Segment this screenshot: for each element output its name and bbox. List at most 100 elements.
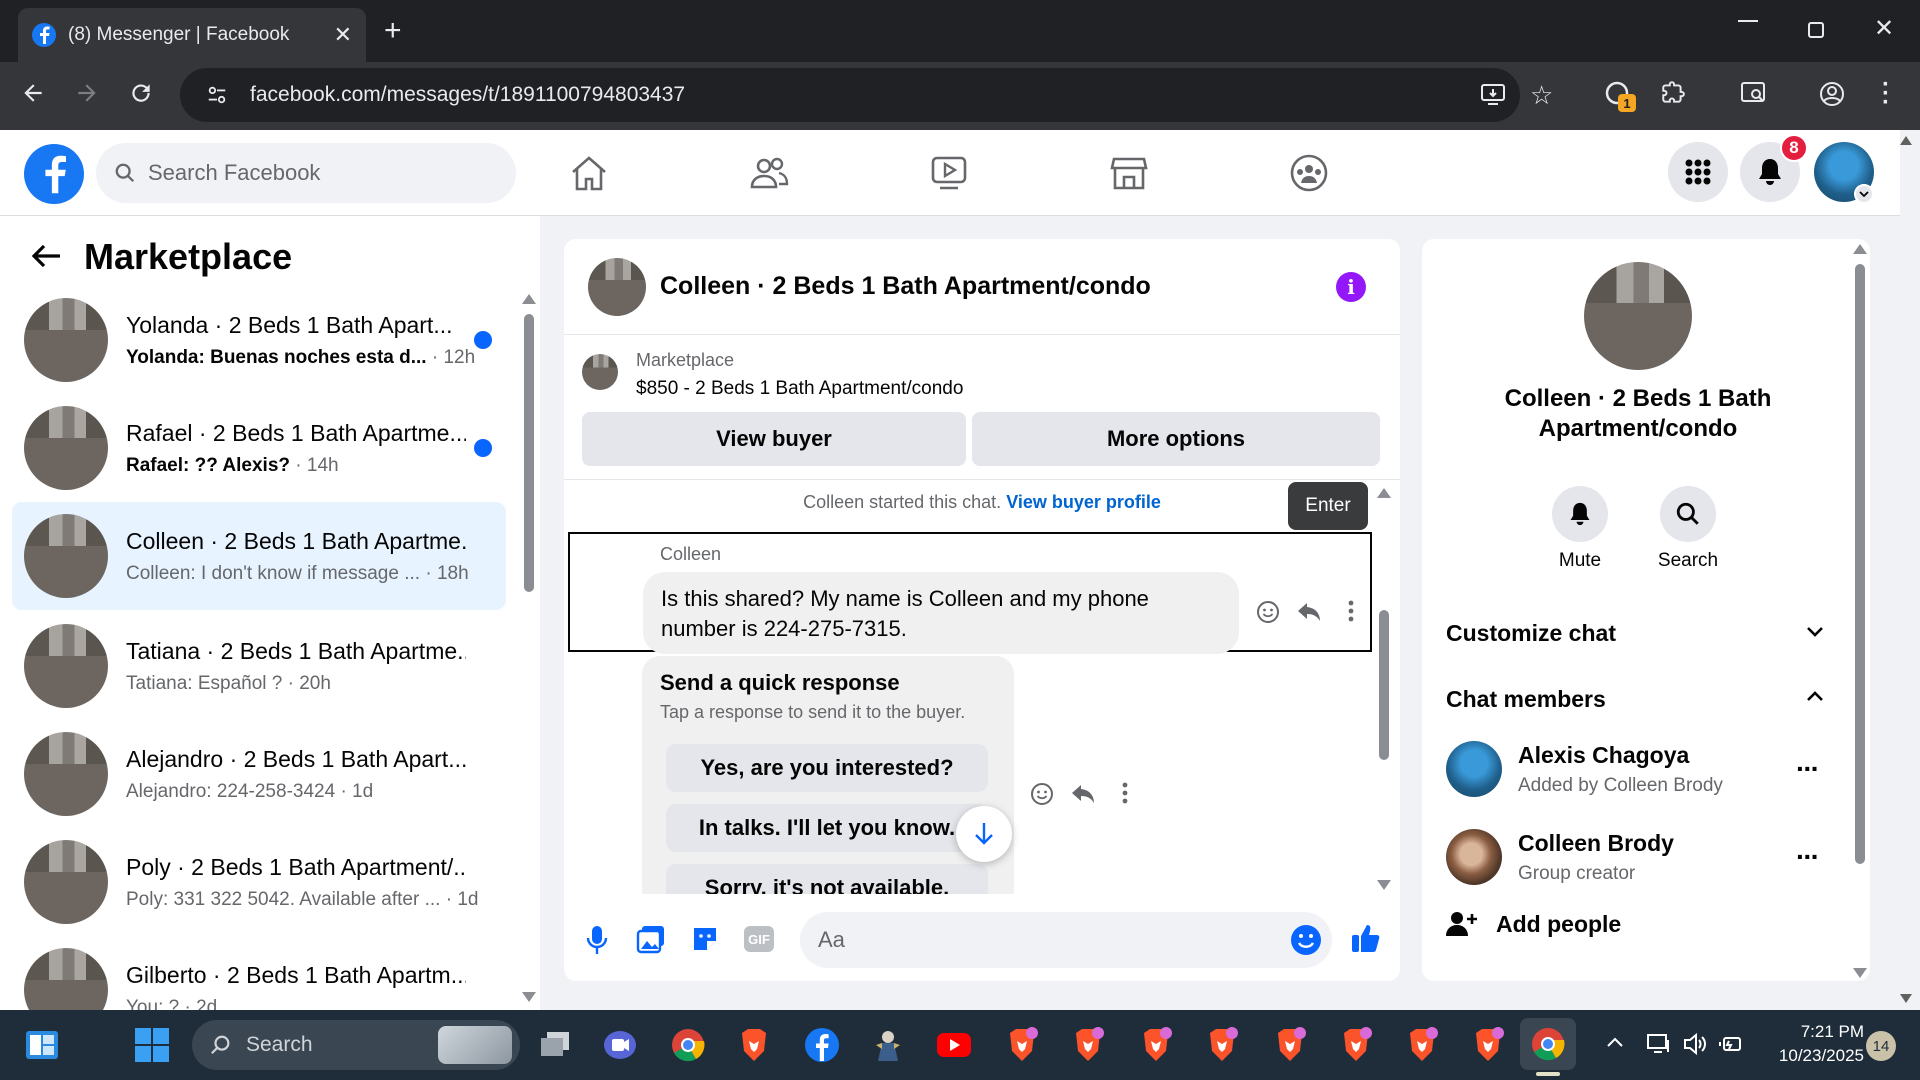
member-options-icon[interactable]: ··· bbox=[1796, 841, 1820, 873]
conversation-item[interactable]: Gilberto · 2 Beds 1 Bath Apartm... You: … bbox=[12, 940, 506, 1010]
network-icon[interactable] bbox=[1646, 1032, 1672, 1056]
menu-grid-button[interactable] bbox=[1668, 142, 1728, 202]
back-arrow-icon[interactable] bbox=[30, 242, 62, 270]
widgets-icon[interactable] bbox=[20, 1023, 64, 1067]
forward-icon[interactable] bbox=[74, 80, 100, 106]
minimize-icon[interactable] bbox=[1738, 20, 1758, 22]
react-icon[interactable] bbox=[1256, 600, 1280, 624]
brave-profile-icon[interactable] bbox=[1134, 1023, 1178, 1067]
reload-icon[interactable] bbox=[128, 80, 154, 106]
view-buyer-button[interactable]: View buyer bbox=[582, 412, 966, 466]
brave-profile-icon[interactable] bbox=[1334, 1023, 1378, 1067]
conversation-scrollbar[interactable] bbox=[522, 290, 536, 1002]
brave-profile-icon[interactable] bbox=[1066, 1023, 1110, 1067]
back-icon[interactable] bbox=[20, 80, 46, 106]
bookmark-star-icon[interactable]: ☆ bbox=[1530, 80, 1553, 111]
task-view-icon[interactable] bbox=[534, 1023, 578, 1067]
brave-profile-icon[interactable] bbox=[1466, 1023, 1510, 1067]
message-composer[interactable] bbox=[800, 912, 1332, 968]
tray-chevron-up-icon[interactable] bbox=[1606, 1036, 1624, 1048]
marketplace-nav-icon[interactable] bbox=[1106, 150, 1152, 196]
member-item[interactable]: Colleen Brody Group creator ··· bbox=[1446, 822, 1826, 892]
chat-members-toggle[interactable]: Chat members bbox=[1446, 686, 1606, 713]
info-panel-scrollbar[interactable] bbox=[1852, 244, 1868, 980]
chrome-active-icon[interactable] bbox=[1520, 1018, 1576, 1070]
facebook-search[interactable] bbox=[96, 143, 516, 203]
close-window-icon[interactable]: ✕ bbox=[1874, 14, 1894, 43]
customize-chat-toggle[interactable]: Customize chat bbox=[1446, 620, 1616, 647]
page-scroll-down-icon[interactable] bbox=[1900, 994, 1912, 1003]
battery-icon[interactable] bbox=[1718, 1032, 1744, 1056]
chevron-up-icon[interactable] bbox=[1806, 690, 1824, 702]
sticker-icon[interactable] bbox=[690, 924, 720, 954]
address-bar[interactable]: facebook.com/messages/t/1891100794803437 bbox=[180, 68, 1520, 122]
view-buyer-profile-link[interactable]: View buyer profile bbox=[1006, 492, 1161, 512]
groups-nav-icon[interactable] bbox=[1286, 150, 1332, 196]
message-input[interactable] bbox=[818, 927, 1258, 953]
site-info-icon[interactable] bbox=[206, 84, 228, 106]
chrome-icon[interactable] bbox=[666, 1023, 710, 1067]
more-actions-icon[interactable] bbox=[1348, 600, 1354, 622]
reply-icon[interactable] bbox=[1070, 782, 1096, 806]
page-scroll-up-icon[interactable] bbox=[1900, 136, 1912, 145]
gif-icon[interactable]: GIF bbox=[744, 926, 774, 952]
chat-title[interactable]: Colleen · 2 Beds 1 Bath Apartment/condo bbox=[660, 272, 1151, 301]
brave-profile-icon[interactable] bbox=[1268, 1023, 1312, 1067]
member-item[interactable]: Alexis Chagoya Added by Colleen Brody ··… bbox=[1446, 734, 1826, 804]
brave-profile-icon[interactable] bbox=[1200, 1023, 1244, 1067]
start-windows-icon[interactable] bbox=[130, 1023, 174, 1067]
info-icon[interactable]: i bbox=[1336, 272, 1366, 302]
add-people-button[interactable]: Add people bbox=[1446, 910, 1621, 938]
chevron-down-icon[interactable] bbox=[1806, 626, 1824, 638]
watch-nav-icon[interactable] bbox=[926, 150, 972, 196]
facebook-app-icon[interactable] bbox=[800, 1023, 844, 1067]
conversation-item[interactable]: Tatiana · 2 Beds 1 Bath Apartme... Tatia… bbox=[12, 616, 506, 716]
conversation-item[interactable]: Poly · 2 Beds 1 Bath Apartment/... Poly:… bbox=[12, 832, 506, 932]
quick-response-button[interactable]: Yes, are you interested? bbox=[666, 744, 988, 792]
brave-profile-icon[interactable] bbox=[1000, 1023, 1044, 1067]
mute-button[interactable] bbox=[1552, 486, 1608, 542]
scroll-to-bottom-button[interactable] bbox=[956, 806, 1012, 862]
close-tab-icon[interactable]: ✕ bbox=[334, 22, 352, 48]
browser-tab[interactable]: (8) Messenger | Facebook ✕ bbox=[18, 8, 366, 62]
microphone-icon[interactable] bbox=[586, 924, 608, 956]
brave-icon[interactable] bbox=[732, 1023, 776, 1067]
reply-icon[interactable] bbox=[1296, 600, 1322, 624]
tab-search-icon[interactable] bbox=[1740, 80, 1768, 106]
search-chat-button[interactable] bbox=[1660, 486, 1716, 542]
like-thumb-icon[interactable] bbox=[1350, 922, 1382, 954]
home-nav-icon[interactable] bbox=[566, 150, 612, 196]
volume-icon[interactable] bbox=[1682, 1032, 1708, 1056]
conversation-item[interactable]: Alejandro · 2 Beds 1 Bath Apart... Aleja… bbox=[12, 724, 506, 824]
chat-avatar[interactable] bbox=[588, 257, 646, 316]
notification-center-badge[interactable]: 14 bbox=[1866, 1031, 1896, 1061]
extension-icon[interactable]: 1 bbox=[1604, 80, 1636, 112]
more-actions-icon[interactable] bbox=[1122, 782, 1128, 804]
facebook-logo-icon[interactable] bbox=[24, 144, 84, 204]
conversation-item[interactable]: Yolanda · 2 Beds 1 Bath Apart... Yolanda… bbox=[12, 290, 506, 390]
conversation-item-active[interactable]: Colleen · 2 Beds 1 Bath Apartme... Colle… bbox=[12, 502, 506, 610]
message-bubble[interactable]: Is this shared? My name is Colleen and m… bbox=[643, 572, 1239, 654]
photo-icon[interactable] bbox=[636, 924, 666, 954]
brave-profile-icon[interactable] bbox=[1400, 1023, 1444, 1067]
friends-nav-icon[interactable] bbox=[746, 150, 792, 196]
taskbar-clock[interactable]: 7:21 PM 10/23/2025 bbox=[1762, 1020, 1864, 1068]
emoji-icon[interactable] bbox=[1290, 924, 1322, 956]
conversation-item[interactable]: Rafael · 2 Beds 1 Bath Apartme... Rafael… bbox=[12, 398, 506, 498]
puzzle-extensions-icon[interactable] bbox=[1660, 80, 1686, 106]
react-icon[interactable] bbox=[1030, 782, 1054, 806]
account-chevron-icon[interactable] bbox=[1854, 184, 1874, 204]
chrome-menu-icon[interactable]: · · · bbox=[1882, 73, 1890, 115]
quick-response-button[interactable]: In talks. I'll let you know. bbox=[666, 804, 988, 852]
game-character-icon[interactable] bbox=[866, 1023, 910, 1067]
new-tab-icon[interactable]: + bbox=[384, 14, 402, 48]
quick-response-button[interactable]: Sorry, it's not available. bbox=[666, 864, 988, 894]
youtube-icon[interactable] bbox=[932, 1023, 976, 1067]
meet-icon[interactable] bbox=[598, 1023, 642, 1067]
profile-icon[interactable] bbox=[1818, 80, 1846, 108]
taskbar-search[interactable]: Search bbox=[192, 1020, 520, 1070]
install-app-icon[interactable] bbox=[1480, 82, 1506, 106]
chat-scrollbar[interactable] bbox=[1376, 484, 1392, 894]
member-options-icon[interactable]: ··· bbox=[1796, 753, 1820, 785]
url-text[interactable]: facebook.com/messages/t/1891100794803437 bbox=[250, 83, 685, 107]
